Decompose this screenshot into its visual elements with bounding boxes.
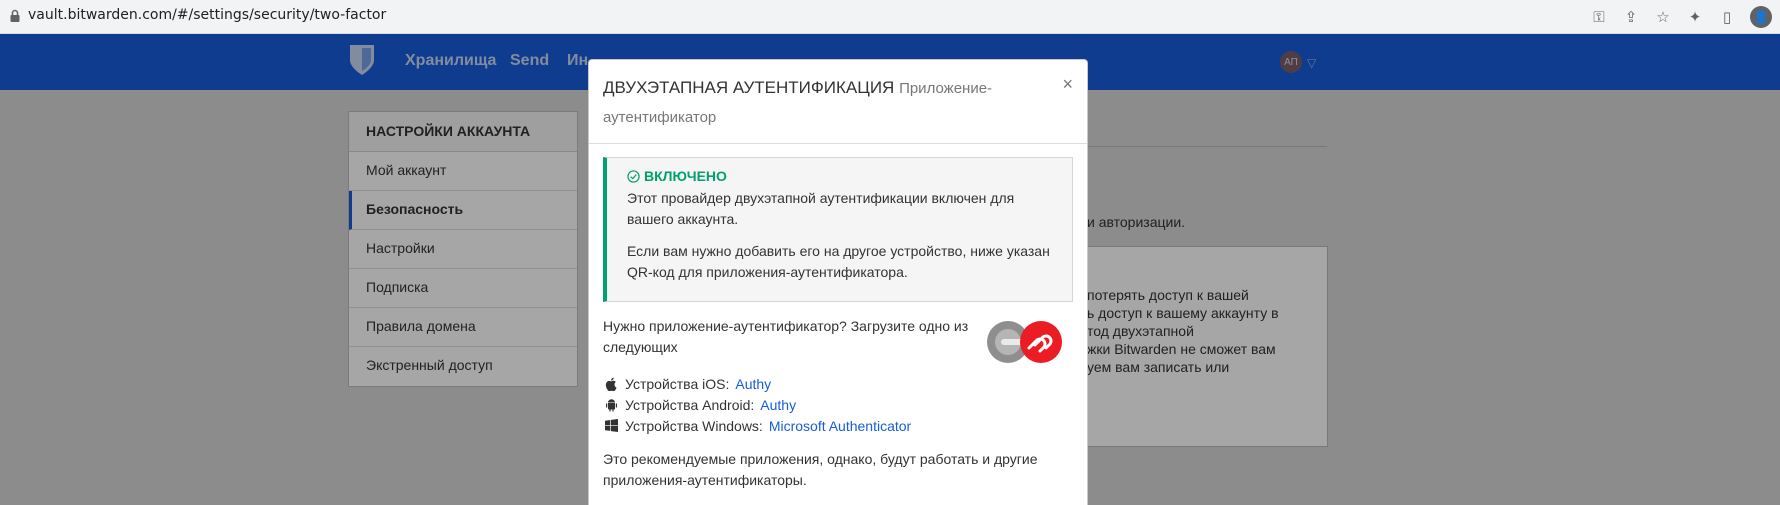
check-circle-icon — [627, 169, 640, 183]
list-item: Устройства iOS: Authy — [603, 373, 911, 394]
chevron-down-icon[interactable]: ▽ — [1307, 56, 1316, 70]
sidebar-item-domain-rules[interactable]: Правила домена — [349, 308, 577, 347]
recommendation-text: Это рекомендуемые приложения, однако, бу… — [603, 451, 1038, 488]
nav-vaults[interactable]: Хранилища — [405, 52, 496, 70]
enabled-title: ВКЛЮЧЕНО — [644, 168, 727, 184]
authy-android-link[interactable]: Authy — [760, 397, 796, 413]
lock-icon — [10, 9, 20, 22]
authenticator-apps-logo — [987, 321, 1062, 363]
sidebar-item-options[interactable]: Настройки — [349, 230, 577, 269]
nav-send[interactable]: Send — [510, 52, 549, 70]
sidebar-header: НАСТРОЙКИ АККАУНТА — [349, 112, 577, 152]
enabled-text: Этот провайдер двухэтапной аутентификаци… — [627, 190, 1015, 227]
device-app-list: Устройства iOS: Authy Устройства Android… — [603, 373, 911, 436]
android-icon — [603, 397, 619, 413]
star-icon[interactable]: ☆ — [1654, 8, 1672, 26]
bitwarden-shield-icon[interactable] — [349, 44, 375, 76]
microsoft-authenticator-link[interactable]: Microsoft Authenticator — [769, 418, 911, 434]
sidebar-item-emergency-access[interactable]: Экстренный доступ — [349, 347, 577, 386]
windows-icon — [603, 418, 619, 434]
enabled-callout: ВКЛЮЧЕНО Этот провайдер двухэтапной ауте… — [603, 157, 1073, 302]
share-icon[interactable]: ⇪ — [1622, 8, 1640, 26]
avatar[interactable]: АП — [1280, 51, 1302, 73]
two-factor-authenticator-modal: ДВУХЭТАПНАЯ АУТЕНТИФИКАЦИЯ Приложение-ау… — [588, 59, 1088, 505]
two-factor-description: и авторизации. — [1087, 214, 1186, 230]
key-icon[interactable]: ⚿ — [1590, 8, 1608, 26]
extensions-icon[interactable]: ✦ — [1686, 8, 1704, 26]
qr-instructions-text: Если вам нужно добавить его на другое ус… — [627, 243, 1050, 280]
browser-toolbar: vault.bitwarden.com/#/settings/security/… — [0, 0, 1780, 34]
profile-icon[interactable]: 👤 — [1750, 6, 1772, 28]
account-settings-sidebar: НАСТРОЙКИ АККАУНТА Мой аккаунт Безопасно… — [348, 111, 578, 387]
modal-title: ДВУХЭТАПНАЯ АУТЕНТИФИКАЦИЯ — [603, 78, 895, 97]
need-app-text: Нужно приложение-аутентификатор? Загрузи… — [603, 318, 969, 355]
list-item: Устройства Windows: Microsoft Authentica… — [603, 415, 911, 436]
nav-tools[interactable]: Ин — [567, 52, 588, 70]
recovery-warning-text: потерять доступ к вашей ь доступ к вашем… — [1087, 287, 1279, 375]
windows-devices-label: Устройства Windows: — [625, 417, 763, 434]
sidebar-item-security[interactable]: Безопасность — [349, 191, 577, 230]
android-devices-label: Устройства Android: — [625, 396, 755, 413]
modal-header: ДВУХЭТАПНАЯ АУТЕНТИФИКАЦИЯ Приложение-ау… — [589, 60, 1087, 144]
address-bar-url[interactable]: vault.bitwarden.com/#/settings/security/… — [28, 7, 386, 23]
content-divider — [1087, 146, 1327, 147]
authy-ios-link[interactable]: Authy — [735, 376, 771, 392]
sidebar-item-my-account[interactable]: Мой аккаунт — [349, 152, 577, 191]
close-icon[interactable]: × — [1062, 74, 1073, 95]
apple-icon — [603, 376, 619, 392]
sidepanel-icon[interactable]: ▯ — [1718, 8, 1736, 26]
list-item: Устройства Android: Authy — [603, 394, 911, 415]
sidebar-item-subscription[interactable]: Подписка — [349, 269, 577, 308]
ios-devices-label: Устройства iOS: — [625, 375, 730, 392]
